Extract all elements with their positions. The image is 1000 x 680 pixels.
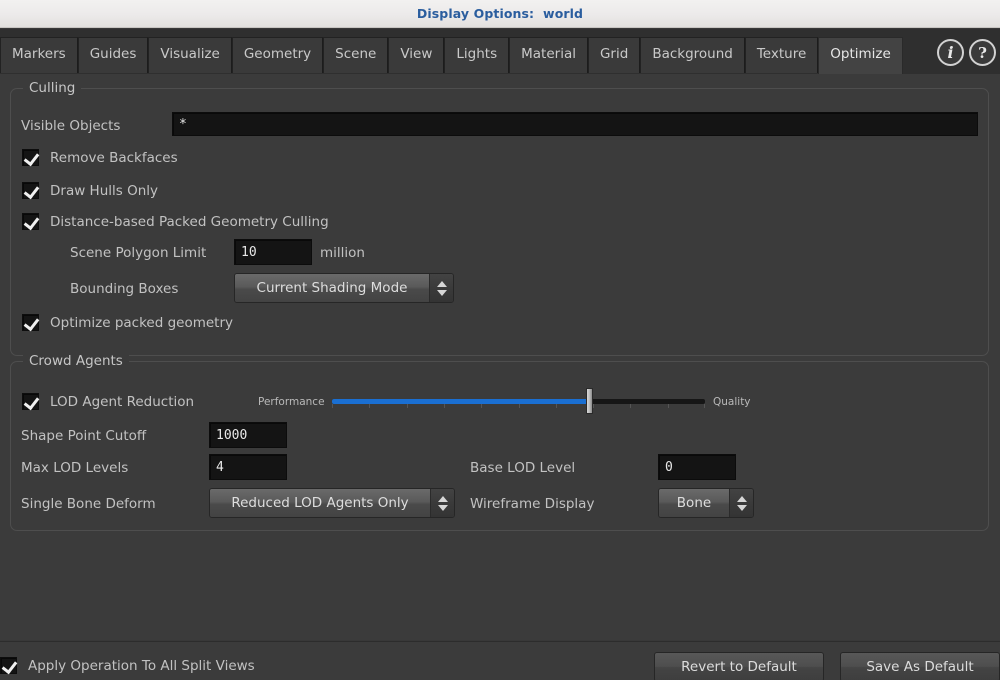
tab-strip: Markers Guides Visualize Geometry Scene … <box>0 29 1000 74</box>
max-lod-levels-label: Max LOD Levels <box>21 460 129 476</box>
header-icon-group: i ? <box>937 39 996 66</box>
tab-label: Visualize <box>160 45 220 62</box>
tab-list: Markers Guides Visualize Geometry Scene … <box>0 37 903 74</box>
window-title-bar: Display Options: world <box>0 0 1000 28</box>
tab-geometry[interactable]: Geometry <box>231 37 324 73</box>
shape-point-cutoff-input[interactable]: 1000 <box>209 422 287 448</box>
slider-right-label: Quality <box>713 396 751 408</box>
chevron-up-icon <box>736 495 747 502</box>
scene-polygon-limit-suffix: million <box>320 245 365 261</box>
chevron-updown-icon[interactable] <box>729 489 753 517</box>
single-bone-deform-dropdown[interactable]: Reduced LOD Agents Only <box>209 488 455 518</box>
wireframe-display-value: Bone <box>659 489 729 517</box>
crowd-agents-legend: Crowd Agents <box>23 353 129 369</box>
lod-quality-slider[interactable]: Performance Quality <box>258 388 758 418</box>
tab-label: Geometry <box>243 45 312 62</box>
tab-lights[interactable]: Lights <box>444 37 510 73</box>
info-icon[interactable]: i <box>937 39 964 66</box>
bounding-boxes-dropdown[interactable]: Current Shading Mode <box>234 273 454 303</box>
tab-texture[interactable]: Texture <box>744 37 819 73</box>
tab-visualize[interactable]: Visualize <box>148 37 232 73</box>
lod-agent-reduction-checkbox-row[interactable]: LOD Agent Reduction <box>22 393 194 410</box>
base-lod-level-input[interactable]: 0 <box>658 454 736 480</box>
draw-hulls-only-checkbox-row[interactable]: Draw Hulls Only <box>22 182 158 199</box>
remove-backfaces-label: Remove Backfaces <box>50 149 178 166</box>
tab-label: Lights <box>456 45 498 62</box>
draw-hulls-only-checkbox[interactable] <box>22 182 39 199</box>
distance-culling-label: Distance-based Packed Geometry Culling <box>50 213 329 230</box>
tab-label: Guides <box>89 45 137 62</box>
scene-polygon-limit-input[interactable]: 10 <box>234 239 312 265</box>
optimize-packed-geometry-checkbox-row[interactable]: Optimize packed geometry <box>22 314 233 331</box>
wireframe-display-dropdown[interactable]: Bone <box>658 488 754 518</box>
optimize-packed-geometry-label: Optimize packed geometry <box>50 314 234 331</box>
tab-label: Material <box>521 45 576 62</box>
scene-polygon-limit-label: Scene Polygon Limit <box>70 245 207 261</box>
max-lod-levels-input[interactable]: 4 <box>209 454 287 480</box>
single-bone-deform-label: Single Bone Deform <box>21 496 156 512</box>
draw-hulls-only-label: Draw Hulls Only <box>50 182 159 199</box>
footer-bar: Apply Operation To All Split Views Rever… <box>0 641 1000 680</box>
tab-label: Markers <box>12 45 66 62</box>
lod-agent-reduction-label: LOD Agent Reduction <box>50 393 195 410</box>
chevron-down-icon <box>736 504 747 511</box>
tab-background[interactable]: Background <box>640 37 745 73</box>
help-icon[interactable]: ? <box>969 39 996 66</box>
tab-markers[interactable]: Markers <box>0 37 78 73</box>
tab-grid[interactable]: Grid <box>587 37 641 73</box>
tab-material[interactable]: Material <box>509 37 588 73</box>
chevron-down-icon <box>437 504 448 511</box>
culling-legend: Culling <box>23 80 82 96</box>
single-bone-deform-value: Reduced LOD Agents Only <box>210 489 430 517</box>
tab-optimize[interactable]: Optimize <box>818 37 903 74</box>
tab-label: View <box>400 45 433 62</box>
base-lod-level-label: Base LOD Level <box>470 460 576 476</box>
save-as-default-button[interactable]: Save As Default <box>840 652 1000 680</box>
chevron-updown-icon[interactable] <box>430 489 454 517</box>
revert-to-default-button[interactable]: Revert to Default <box>654 652 824 680</box>
chevron-down-icon <box>436 289 447 296</box>
visible-objects-label: Visible Objects <box>21 118 121 134</box>
chevron-up-icon <box>437 495 448 502</box>
tab-label: Background <box>652 45 733 62</box>
tab-label: Grid <box>599 45 629 62</box>
bounding-boxes-value: Current Shading Mode <box>235 274 429 302</box>
optimize-panel: Culling Visible Objects * Remove Backfac… <box>0 74 1000 640</box>
wireframe-display-label: Wireframe Display <box>470 496 595 512</box>
remove-backfaces-checkbox-row[interactable]: Remove Backfaces <box>22 149 178 166</box>
page-title: Display Options: world <box>416 6 584 21</box>
optimize-packed-geometry-checkbox[interactable] <box>22 314 39 331</box>
distance-culling-checkbox[interactable] <box>22 213 39 230</box>
tab-scene[interactable]: Scene <box>323 37 389 73</box>
tab-label: Scene <box>335 45 377 62</box>
slider-left-label: Performance <box>258 396 325 408</box>
chevron-up-icon <box>436 280 447 287</box>
visible-objects-input[interactable]: * <box>172 112 978 136</box>
chevron-updown-icon[interactable] <box>429 274 453 302</box>
shape-point-cutoff-label: Shape Point Cutoff <box>21 428 147 444</box>
remove-backfaces-checkbox[interactable] <box>22 149 39 166</box>
bounding-boxes-label: Bounding Boxes <box>70 281 179 297</box>
lod-agent-reduction-checkbox[interactable] <box>22 393 39 410</box>
slider-handle[interactable] <box>586 388 594 414</box>
tab-label: Texture <box>756 45 807 62</box>
apply-all-split-views-checkbox-row[interactable]: Apply Operation To All Split Views <box>0 657 255 674</box>
distance-culling-checkbox-row[interactable]: Distance-based Packed Geometry Culling <box>22 213 329 230</box>
slider-ticks <box>332 404 705 408</box>
apply-all-split-views-label: Apply Operation To All Split Views <box>28 657 255 674</box>
tab-guides[interactable]: Guides <box>77 37 149 73</box>
tab-label: Optimize <box>830 46 891 63</box>
apply-all-split-views-checkbox[interactable] <box>0 657 17 674</box>
tab-view[interactable]: View <box>388 37 445 73</box>
